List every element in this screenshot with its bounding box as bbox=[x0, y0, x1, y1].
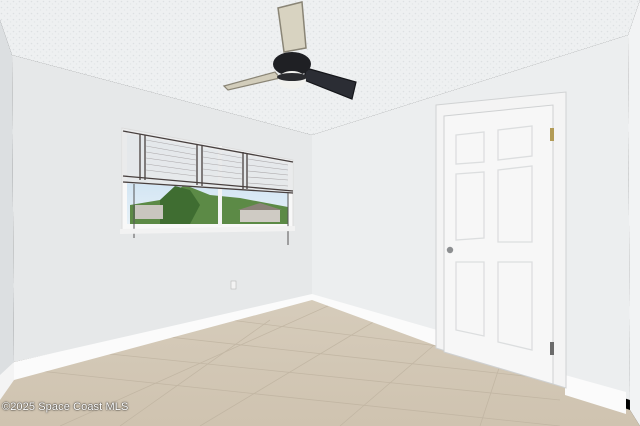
room-photo: ©2025 Space Coast MLS bbox=[0, 0, 640, 426]
mls-watermark: ©2025 Space Coast MLS bbox=[2, 401, 129, 413]
wall-outlet bbox=[230, 280, 237, 290]
room-illustration bbox=[0, 0, 640, 426]
right-edge-wall bbox=[628, 0, 640, 426]
door-knob bbox=[446, 246, 454, 254]
left-edge-wall bbox=[0, 20, 14, 385]
